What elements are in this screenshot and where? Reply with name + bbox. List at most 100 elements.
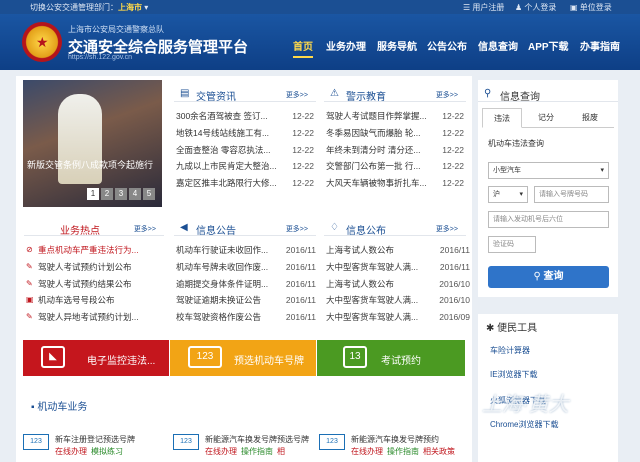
department-switch[interactable]: 切换公安交通管理部门：上海市 ▾ (30, 2, 148, 13)
online-handle-link[interactable]: 在线办理 (55, 447, 87, 456)
query-label: 机动车违法查询 (488, 139, 544, 148)
notice-header: ◀ 信息公告 更多>> (174, 218, 316, 237)
query-header: ⚲ 信息查询 (478, 84, 618, 103)
plate-prefix-select[interactable]: 沪 ▾ (488, 186, 528, 203)
related-link[interactable]: 相 (277, 447, 285, 456)
nav-info-query[interactable]: 信息查询 (478, 38, 518, 53)
warning-more-link[interactable]: 更多>> (436, 90, 458, 100)
guide-link[interactable]: 操作指南 (387, 447, 419, 456)
query-button[interactable]: ⚲ 查询 (488, 266, 609, 288)
info-header: ♢ 信息公布 更多>> (324, 218, 466, 237)
motor-business-title: ▪ 机动车业务 (31, 402, 88, 413)
list-item[interactable]: 地铁14号线站线施工有... 12-22 (176, 124, 314, 142)
news-slider[interactable]: 新版交管条例八成款项今起施行 12345 (23, 80, 162, 207)
search-icon: ⚲ (533, 271, 544, 282)
list-item[interactable]: 机动车行驶证未收回作... 2016/11 (176, 242, 316, 259)
slider-page-4[interactable]: 4 (129, 188, 141, 200)
list-item[interactable]: 冬季易因缺气而爆胎 轮... 12-22 (326, 124, 464, 142)
tab-points[interactable]: 记分 (526, 108, 566, 128)
slider-page-2[interactable]: 2 (101, 188, 113, 200)
online-handle-link[interactable]: 在线办理 (351, 447, 383, 456)
nav-home[interactable]: 首页 (293, 38, 313, 58)
captcha-input[interactable]: 验证码 (488, 236, 536, 253)
list-item[interactable]: 九成以上市民肯定大整治... 12-22 (176, 158, 314, 176)
hot-topics-list: ⊘ 重点机动车严重违法行为... ✎ 驾驶人考试预约计划公布 ✎ 驾驶人考试预约结果公… (26, 242, 162, 326)
guide-link[interactable]: 操作指南 (241, 447, 273, 456)
list-item[interactable]: 逾期提交身体条件证明... 2016/11 (176, 275, 316, 293)
slider-page-3[interactable]: 3 (115, 188, 127, 200)
news-header: ▤ 交管资讯 更多>> (174, 84, 316, 103)
list-item[interactable]: 嘉定区推丰北路限行大修... 12-22 (176, 175, 314, 192)
list-item[interactable]: 上海考试人数公布 2016/11 (326, 242, 470, 259)
site-header: ★ 上海市公安局交通警察总队 交通安全综合服务管理平台 https://sh.1… (0, 14, 640, 70)
list-item[interactable]: 校车驾驶资格作废公告 2016/11 (176, 309, 316, 326)
top-bar: 切换公安交通管理部门：上海市 ▾ ☰ 用户注册 ♟ 个人登录 ▣ 单位登录 (0, 0, 640, 14)
plate-icon: 123 (23, 434, 49, 450)
list-item[interactable]: 年终未到清分时 清分还... 12-22 (326, 141, 464, 159)
plate-number-input[interactable]: 请输入号牌号码 (534, 186, 609, 203)
engine-number-input[interactable]: 请输入发动机号后六位 (488, 211, 609, 228)
hot-item-icon: ✎ (26, 278, 33, 288)
list-item[interactable]: ▣ 机动车选号号段公布 (26, 292, 162, 309)
company-login-link[interactable]: ▣ 单位登录 (570, 2, 612, 13)
asterisk-icon: ✱ (486, 323, 495, 334)
watermark: 上海·黄大 (482, 394, 569, 416)
nav-guide[interactable]: 办事指南 (580, 38, 620, 53)
list-item[interactable]: ⊘ 重点机动车严重违法行为... (26, 242, 162, 259)
chevron-down-icon: ▾ (600, 167, 604, 174)
tab-scrap[interactable]: 报废 (570, 108, 610, 128)
hot-item-icon: ✎ (26, 312, 33, 322)
list-item[interactable]: 300余名酒驾被查 签订... 12-22 (176, 108, 314, 125)
nav-service-guide[interactable]: 服务导航 (377, 38, 417, 53)
slider-page-1[interactable]: 1 (87, 188, 99, 200)
list-item[interactable]: 大中型客货车驾驶人满... 2016/11 (326, 258, 470, 276)
info-list: 上海考试人数公布 2016/11 大中型客货车驾驶人满... 2016/11 上海考… (326, 242, 470, 326)
policy-link[interactable]: 相关政策 (423, 447, 455, 456)
list-item[interactable]: 全面查整治 零容忍执法... 12-22 (176, 141, 314, 159)
megaphone-icon: ◀ (180, 222, 188, 233)
list-item[interactable]: 上海考试人数公布 2016/10 (326, 275, 470, 293)
hot-topics-header: 业务热点 更多>> (24, 218, 164, 237)
current-city[interactable]: 上海市 (118, 3, 142, 12)
plate-icon: 123 (188, 346, 222, 368)
site-url: https://sh.122.gov.cn (68, 54, 133, 61)
list-item[interactable]: 交警部门公布第一批 行... 12-22 (326, 158, 464, 176)
hot-more-link[interactable]: 更多>> (134, 224, 156, 234)
list-item[interactable]: 机动车号牌未收回作废... 2016/11 (176, 258, 316, 276)
info-more-link[interactable]: 更多>> (436, 224, 458, 234)
plate-preselect-banner[interactable]: 123 预选机动车号牌 (170, 340, 316, 376)
calendar-icon: 13 (343, 346, 367, 368)
simulation-link[interactable]: 模拟练习 (91, 447, 123, 456)
exam-booking-banner[interactable]: 13 考试预约 (317, 340, 465, 376)
slider-pager: 12345 (87, 188, 157, 200)
chrome-download-link[interactable]: Chrome浏览器下载 (490, 419, 558, 430)
notice-more-link[interactable]: 更多>> (286, 224, 308, 234)
nav-business[interactable]: 业务办理 (326, 38, 366, 53)
hot-item-icon: ⊘ (26, 245, 33, 254)
list-item[interactable]: 驾驶人考试题目作弊掌握... 12-22 (326, 108, 464, 125)
vehicle-type-select[interactable]: 小型汽车 ▾ (488, 162, 609, 179)
register-link[interactable]: ☰ 用户注册 (463, 2, 504, 13)
list-item[interactable]: ✎ 驾驶人考试预约结果公布 (26, 276, 162, 293)
nav-app-download[interactable]: APP下载 (528, 38, 569, 53)
camera-icon: ◣ (41, 346, 65, 368)
warning-list: 驾驶人考试题目作弊掌握... 12-22 冬季易因缺气而爆胎 轮... 12-22 … (326, 108, 464, 192)
insurance-calculator-link[interactable]: 车险计算器 (490, 345, 530, 356)
list-item[interactable]: ✎ 驾驶人考试预约计划公布 (26, 259, 162, 276)
hot-item-icon: ▣ (26, 295, 34, 305)
news-more-link[interactable]: 更多>> (286, 90, 308, 100)
nav-announcements[interactable]: 公告公布 (427, 38, 467, 53)
personal-login-link[interactable]: ♟ 个人登录 (515, 2, 556, 13)
online-handle-link[interactable]: 在线办理 (205, 447, 237, 456)
slider-page-5[interactable]: 5 (143, 188, 155, 200)
slider-caption[interactable]: 新版交管条例八成款项今起施行 (27, 160, 157, 171)
warning-icon: ⚠ (330, 88, 339, 99)
tab-violation[interactable]: 违法 (482, 108, 522, 128)
list-item[interactable]: 大中型客货车驾驶人满... 2016/09 (326, 309, 470, 326)
list-item[interactable]: ✎ 驾驶人异地考试预约计划... (26, 309, 162, 326)
list-item[interactable]: 驾驶证逾期未换证公告 2016/11 (176, 292, 316, 310)
ie-download-link[interactable]: IE浏览器下载 (490, 369, 538, 380)
list-item[interactable]: 大中型客货车驾驶人满... 2016/10 (326, 292, 470, 310)
traffic-violation-banner[interactable]: ◣ 电子监控违法... (23, 340, 169, 376)
list-item[interactable]: 大风天车辆被物事折扎车... 12-22 (326, 175, 464, 192)
